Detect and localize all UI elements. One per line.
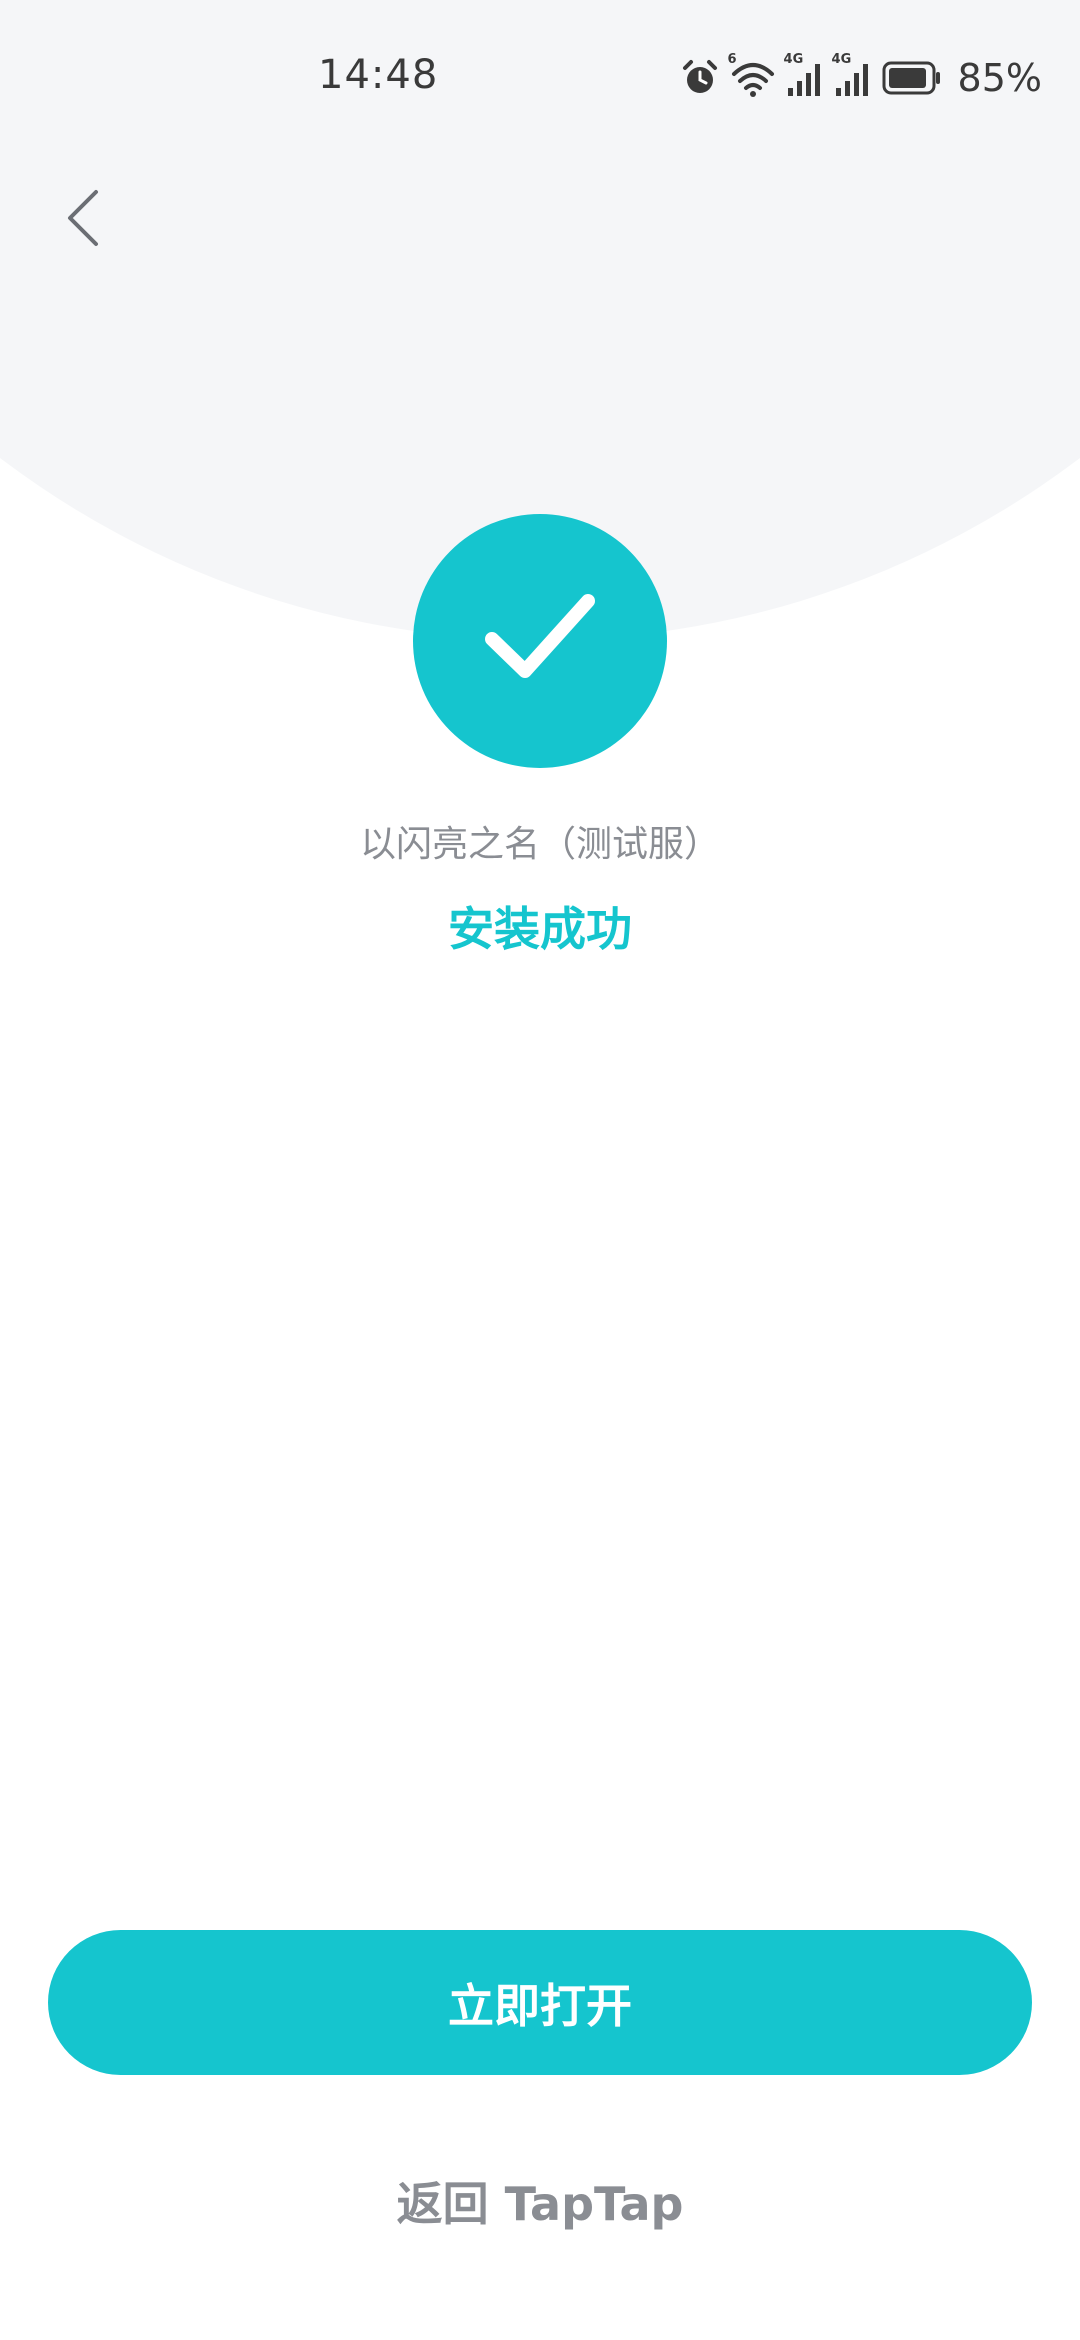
app-name: 以闪亮之名（测试服） [359, 824, 720, 865]
status-icons: 6 4G 4G 85% [680, 52, 1042, 100]
network-label: 4G [831, 52, 852, 67]
back-button[interactable] [52, 182, 122, 252]
wifi-badge: 6 [727, 52, 737, 67]
network-label: 4G [783, 52, 804, 67]
wifi-icon: 6 [728, 52, 776, 98]
battery-percent: 85% [957, 56, 1042, 100]
install-success-screen: 14:48 6 4G 4G 85% 以闪亮之名（测试服） 安装成功 立即打开 返… [0, 0, 1080, 2340]
open-now-button[interactable]: 立即打开 [48, 1930, 1032, 2075]
signal-icon: 4G [784, 52, 824, 98]
battery-icon [882, 60, 942, 96]
status-time: 14:48 [318, 52, 439, 98]
checkmark-icon [485, 594, 595, 678]
return-taptap-link[interactable]: 返回 TapTap [0, 2168, 1080, 2234]
alarm-icon [680, 58, 720, 98]
install-status: 安装成功 [448, 902, 632, 956]
status-bar: 14:48 6 4G 4G 85% [0, 0, 1080, 150]
chevron-left-icon [68, 190, 98, 246]
signal-icon: 4G [832, 52, 872, 98]
success-badge [413, 514, 667, 768]
